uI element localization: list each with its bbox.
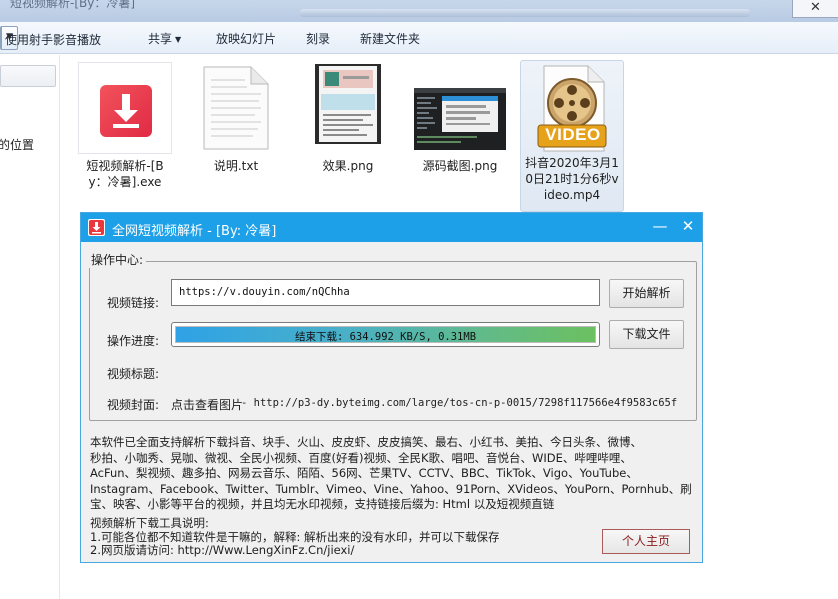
close-button[interactable]: ✕: [679, 217, 697, 237]
download-app-icon: [78, 62, 172, 154]
download-file-button[interactable]: 下载文件: [609, 320, 684, 349]
image-thumbnail: [410, 62, 510, 154]
file-item-txt[interactable]: 说明.txt: [188, 62, 284, 174]
help-line: 1.可能各位都不知道软件是干嘛的，解释: 解析出来的没有水印，并可以下载保存: [90, 529, 500, 544]
chevron-down-icon: ▼: [175, 35, 182, 44]
video-link-input[interactable]: https://v.douyin.com/nQChha: [171, 279, 600, 306]
progress-track: 结束下载: 634.992 KB/S, 0.31MB: [175, 326, 596, 343]
description-line: Instagram、Facebook、Twitter、Tumblr、Vimeo、…: [90, 481, 692, 496]
file-name: 源码截图.png: [422, 159, 498, 173]
file-item-exe[interactable]: 短视频解析-[By：冷暑].exe: [78, 62, 172, 190]
text-file-icon: [188, 62, 284, 154]
help-text: 视频解析下载工具说明: 1.可能各位都不知道软件是干嘛的，解释: 解析出来的没有…: [90, 516, 500, 558]
slideshow-button[interactable]: 放映幻灯片: [216, 30, 276, 47]
file-name: 效果.png: [322, 159, 374, 173]
personal-homepage-button[interactable]: 个人主页: [602, 529, 690, 554]
burn-button[interactable]: 刻录: [306, 30, 330, 47]
nav-location-label[interactable]: 的位置: [0, 136, 34, 153]
explorer-close-button[interactable]: ✕: [792, 0, 838, 18]
download-progress-bar: 结束下载: 634.992 KB/S, 0.31MB: [171, 322, 600, 347]
navigation-pane: 的位置: [0, 55, 60, 599]
progress-label: 操作进度:: [107, 334, 160, 348]
progress-text: 结束下载: 634.992 KB/S, 0.31MB: [294, 331, 477, 343]
video-cover-label: 视频封面:: [107, 398, 160, 412]
group-title: 操作中心:: [88, 251, 147, 268]
file-item-png-effect[interactable]: 效果.png: [300, 62, 396, 174]
app-dialog: 全网短视频解析 - [By: 冷暑] — ✕ 操作中心: 视频链接: https…: [80, 212, 703, 563]
titlebar-strip: [300, 9, 750, 17]
video-link-label: 视频链接:: [107, 296, 160, 310]
play-with-button[interactable]: 使用射手影音播放 ▼: [0, 26, 101, 50]
cover-url: - http://p3-dy.byteimg.com/large/tos-cn-…: [241, 397, 678, 409]
share-button[interactable]: 共享 ▼: [148, 30, 181, 47]
description-line: 宝、映客、小影等平台的视频，并且均无水印视频，支持链接后缀为: Html 以及短…: [90, 497, 555, 511]
share-label: 共享: [148, 32, 173, 46]
description-line: 本软件已全面支持解析下载抖音、块手、火山、皮皮虾、皮皮搞笑、最右、小红书、美拍、…: [90, 435, 642, 449]
explorer-window-title: 短视频解析-[By：冷暑]: [10, 0, 136, 10]
video-reel-icon: VIDEO: [522, 61, 622, 153]
video-badge: VIDEO: [545, 125, 601, 144]
description-line: 秒拍、小咖秀、晃咖、微视、全民小视频、百度(好看)视频、全民K歌、唱吧、音悦台、…: [90, 450, 632, 465]
play-with-label: 使用射手影音播放: [5, 33, 102, 47]
supported-platforms-text: 本软件已全面支持解析下载抖音、块手、火山、皮皮虾、皮皮搞笑、最右、小红书、美拍、…: [90, 435, 692, 513]
nav-pane-item[interactable]: [0, 65, 56, 87]
start-parse-button[interactable]: 开始解析: [609, 279, 684, 308]
file-item-mp4[interactable]: VIDEO 抖音2020年3月10日21时1分6秒video.mp4: [520, 60, 624, 212]
explorer-toolbar: 使用射手影音播放 ▼ 共享 ▼ 放映幻灯片 刻录 新建文件夹: [0, 22, 838, 54]
video-title-label: 视频标题:: [107, 367, 160, 381]
help-line: 2.网页版请访问: http://Www.LengXinFz.Cn/jiexi/: [90, 543, 355, 557]
file-name: 说明.txt: [213, 159, 259, 173]
minimize-button[interactable]: —: [651, 217, 669, 237]
help-line: 视频解析下载工具说明:: [90, 516, 209, 530]
dialog-title: 全网短视频解析 - [By: 冷暑]: [112, 224, 277, 239]
download-app-icon: [88, 219, 105, 236]
file-name: 抖音2020年3月10日21时1分6秒video.mp4: [525, 156, 619, 202]
image-thumbnail: [300, 62, 396, 154]
new-folder-button[interactable]: 新建文件夹: [360, 30, 420, 47]
explorer-titlebar: 短视频解析-[By：冷暑] ✕: [0, 0, 838, 22]
description-line: AcFun、梨视频、趣多拍、网易云音乐、陌陌、56网、芒果TV、CCTV、BBC…: [90, 466, 638, 480]
dialog-titlebar: 全网短视频解析 - [By: 冷暑] — ✕: [81, 213, 702, 242]
view-cover-link[interactable]: 点击查看图片: [171, 396, 243, 413]
file-item-png-source[interactable]: 源码截图.png: [410, 62, 510, 174]
file-name: 短视频解析-[By：冷暑].exe: [86, 159, 164, 189]
